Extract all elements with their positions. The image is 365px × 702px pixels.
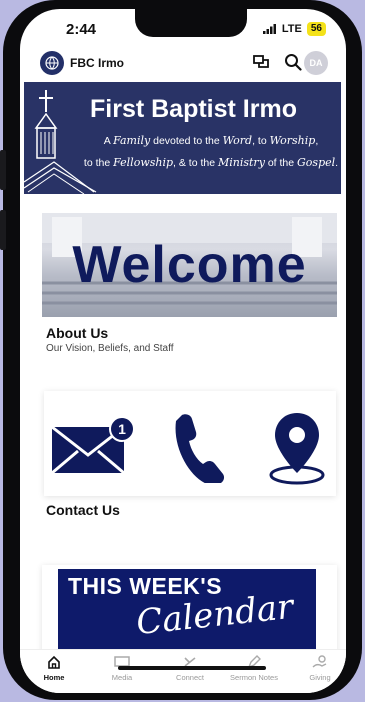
tagline-text: to the (83, 157, 114, 169)
tagline-script: Family (113, 134, 151, 147)
tagline-text: , to (252, 135, 270, 147)
tab-label: Sermon Notes (230, 673, 278, 682)
tab-label: Connect (176, 673, 204, 682)
tagline-text: A (103, 135, 114, 147)
tagline-script: Fellowship (113, 156, 174, 169)
location-pin-icon[interactable] (268, 411, 326, 485)
tagline-text: of the (264, 157, 298, 169)
mail-icon[interactable]: 1 (50, 415, 136, 477)
tagline-text: devoted to the (150, 135, 223, 147)
app-title: FBC Irmo (70, 56, 124, 70)
church-logo[interactable] (40, 51, 64, 75)
search-button[interactable] (283, 52, 303, 72)
status-bar: 2:44 LTE 56 (20, 9, 346, 45)
tab-label: Home (43, 673, 65, 682)
signal-icon (262, 24, 276, 34)
about-us-subtitle: Our Vision, Beliefs, and Staff (46, 343, 174, 354)
tab-giving[interactable]: Giving (290, 655, 346, 682)
tab-label: Giving (309, 673, 331, 682)
hero-title: First Baptist Irmo (90, 95, 297, 123)
home-indicator[interactable] (118, 666, 266, 670)
volume-up-button (0, 150, 6, 190)
mail-badge-count: 1 (118, 421, 126, 437)
home-icon (48, 655, 60, 669)
tagline-script: Gospel (297, 156, 336, 169)
chat-icon (253, 55, 269, 68)
globe-icon (45, 56, 59, 70)
tagline-script: Word (222, 134, 253, 147)
tagline-script: Ministry (217, 156, 265, 169)
tagline-text: , (315, 135, 319, 147)
status-time: 2:44 (66, 21, 97, 38)
tagline-text: . (335, 157, 339, 169)
chat-button[interactable] (251, 52, 271, 72)
bottom-tab-bar: Home Media Connect Sermon Notes Giving (20, 649, 346, 693)
hero-banner: First Baptist Irmo A Family devoted to t… (24, 82, 341, 194)
app-header: FBC Irmo DA (20, 49, 346, 79)
tagline-script: Worship (269, 134, 316, 147)
contact-card[interactable]: 1 (44, 391, 336, 496)
about-us-title: About Us (46, 325, 109, 341)
search-icon (285, 54, 302, 71)
avatar[interactable]: DA (304, 51, 328, 75)
screen: 2:44 LTE 56 FBC Irmo DA First Baptist Ir… (20, 9, 346, 693)
hero-tagline-2: to the Fellowship, & to the Ministry of … (80, 156, 341, 169)
tab-home[interactable]: Home (24, 655, 84, 682)
phone-frame: 2:44 LTE 56 FBC Irmo DA First Baptist Ir… (0, 0, 362, 700)
status-indicators: LTE 56 (262, 22, 326, 36)
welcome-text: Welcome (72, 236, 307, 294)
tagline-text: , & to the (173, 157, 218, 169)
about-us-card[interactable]: Welcome (42, 213, 337, 317)
battery-badge: 56 (306, 22, 326, 36)
hero-tagline-1: A Family devoted to the Word, to Worship… (80, 134, 341, 147)
contact-us-title: Contact Us (46, 502, 120, 518)
phone-icon[interactable] (172, 413, 228, 483)
network-label: LTE (281, 23, 302, 35)
tab-label: Media (111, 673, 133, 682)
giving-icon (312, 655, 327, 668)
volume-down-button (0, 210, 6, 250)
